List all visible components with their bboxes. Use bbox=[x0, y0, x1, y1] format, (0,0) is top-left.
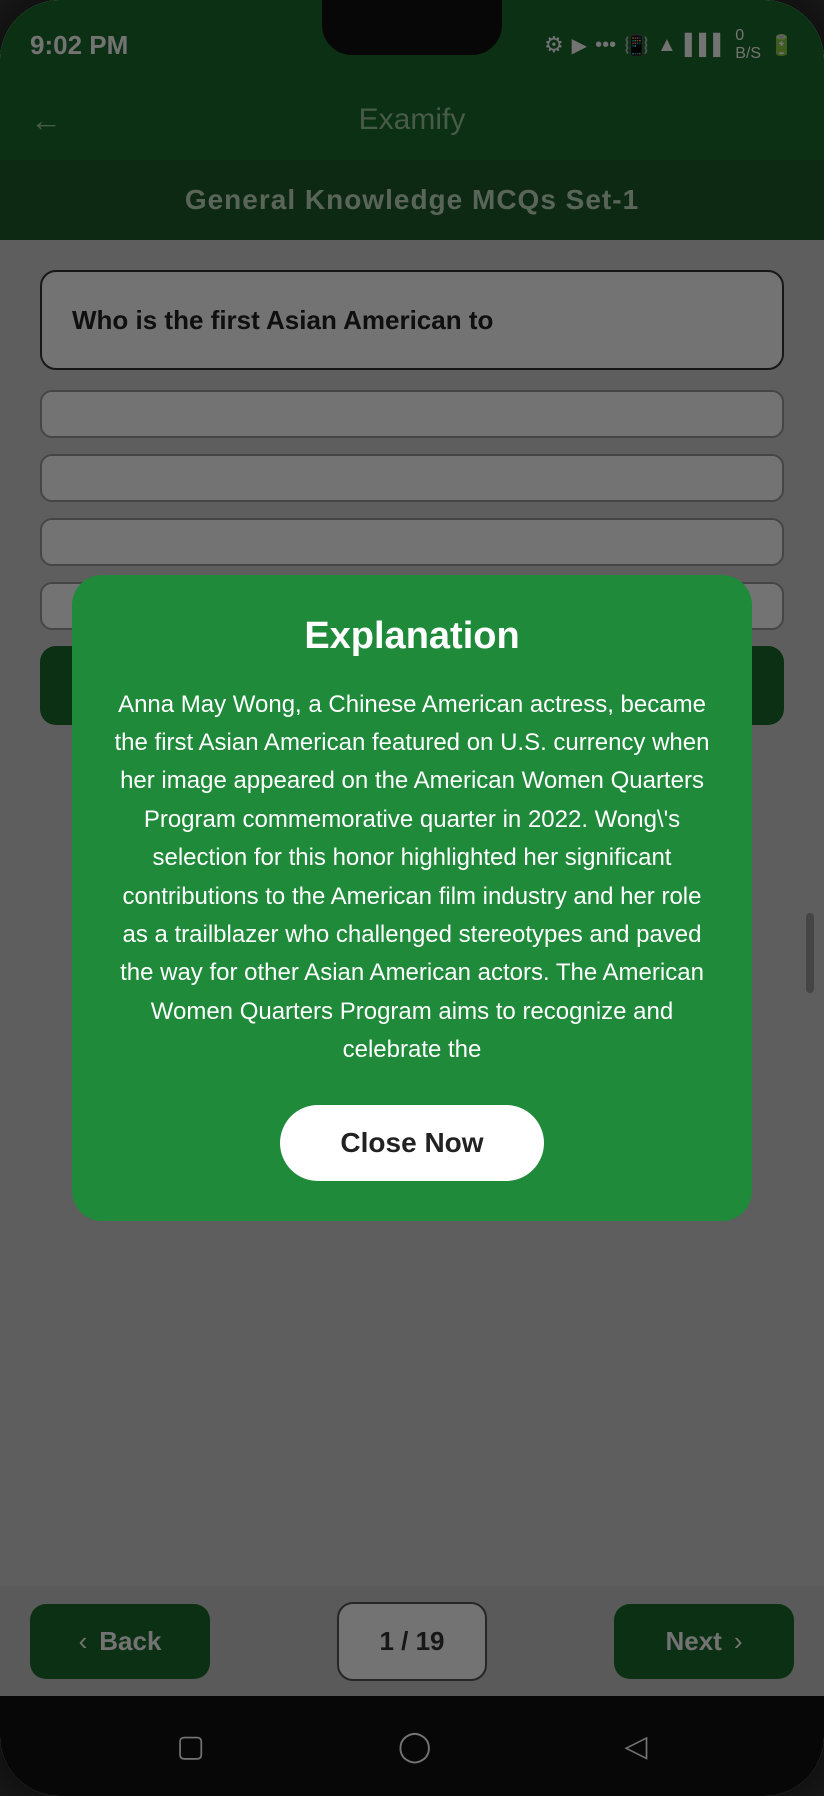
close-now-button[interactable]: Close Now bbox=[280, 1105, 543, 1181]
close-now-label: Close Now bbox=[340, 1127, 483, 1158]
explanation-title: Explanation bbox=[108, 615, 716, 658]
explanation-body: Anna May Wong, a Chinese American actres… bbox=[108, 686, 716, 1070]
explanation-modal: Explanation Anna May Wong, a Chinese Ame… bbox=[72, 575, 752, 1222]
phone-screen: 9:02 PM ⚙ ▶ ••• 📳 ▲ ▌▌▌ 0B/S 🔋 ← Examify bbox=[0, 0, 824, 1796]
modal-overlay: Explanation Anna May Wong, a Chinese Ame… bbox=[0, 0, 824, 1796]
phone-frame: 9:02 PM ⚙ ▶ ••• 📳 ▲ ▌▌▌ 0B/S 🔋 ← Examify bbox=[0, 0, 824, 1796]
